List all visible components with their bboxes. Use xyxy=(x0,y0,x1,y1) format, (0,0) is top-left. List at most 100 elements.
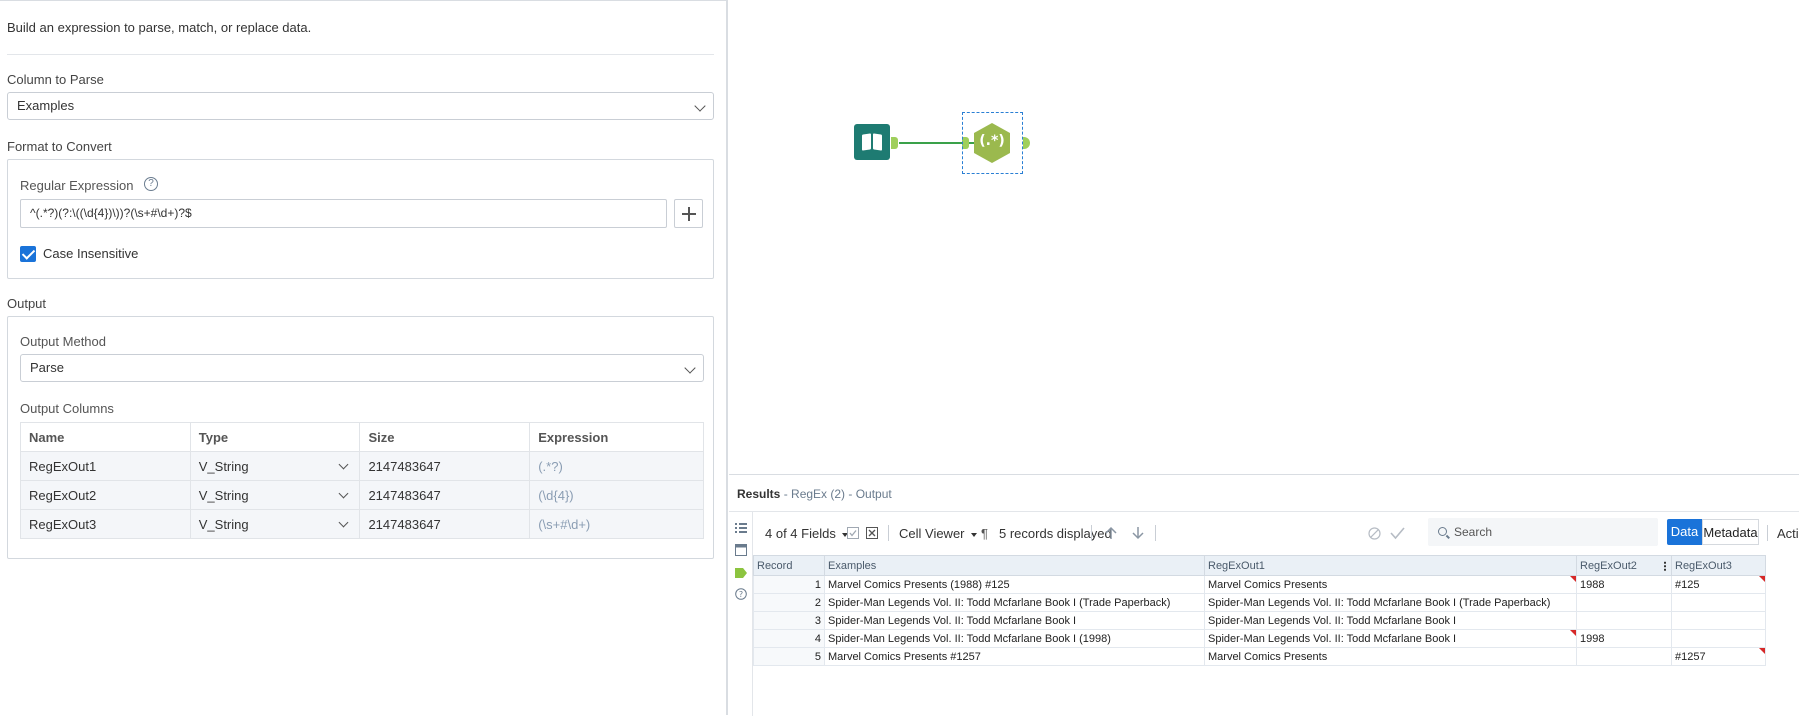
list-icon[interactable] xyxy=(735,522,747,534)
data-tag-icon[interactable] xyxy=(735,567,747,579)
examples-cell[interactable]: Spider-Man Legends Vol. II: Todd Mcfarla… xyxy=(824,611,1205,630)
search-input[interactable]: Search xyxy=(1428,518,1658,546)
examples-cell[interactable]: Spider-Man Legends Vol. II: Todd Mcfarla… xyxy=(824,629,1205,648)
column-header: Size xyxy=(359,422,531,452)
table-row[interactable]: 3 Spider-Man Legends Vol. II: Todd Mcfar… xyxy=(753,611,1766,630)
column-to-parse-dropdown[interactable]: Examples xyxy=(7,92,714,120)
column-name-cell[interactable]: RegExOut3 xyxy=(20,509,191,539)
regexout3-cell[interactable]: #1257 xyxy=(1671,647,1766,666)
cancel-icon[interactable] xyxy=(1368,527,1381,540)
cell-value: Marvel Comics Presents xyxy=(1208,578,1328,591)
regexout2-cell[interactable]: 1998 xyxy=(1576,629,1672,648)
record-number-cell[interactable]: 2 xyxy=(753,593,825,612)
results-toolbar: 4 of 4 Fields Cell Viewer ¶ 5 records di… xyxy=(753,512,1799,552)
output-columns-label: Output Columns xyxy=(20,401,114,416)
actions-menu[interactable]: Actions xyxy=(1777,526,1799,541)
arrow-down-icon[interactable] xyxy=(1131,526,1145,540)
top-divider xyxy=(0,0,726,1)
examples-cell[interactable]: Marvel Comics Presents #1257 xyxy=(824,647,1205,666)
regex-tool-glyph: (.*) xyxy=(979,133,1005,149)
grid-column-header[interactable]: RegExOut1 xyxy=(1204,555,1577,576)
column-name-cell[interactable]: RegExOut1 xyxy=(20,451,191,481)
examples-cell[interactable]: Spider-Man Legends Vol. II: Todd Mcfarla… xyxy=(824,593,1205,612)
record-number-cell[interactable]: 4 xyxy=(753,629,825,648)
regexout3-cell[interactable] xyxy=(1671,629,1766,648)
output-method-dropdown[interactable]: Parse xyxy=(20,354,704,382)
results-title: Results - RegEx (2) - Output xyxy=(737,487,892,501)
grid-header-row: Record Examples RegExOut1 RegExOut2 RegE… xyxy=(753,555,1766,576)
column-menu-icon[interactable] xyxy=(1664,561,1666,571)
help-icon[interactable]: ? xyxy=(144,177,158,191)
grid-column-header[interactable]: Examples xyxy=(824,555,1205,576)
column-expression-cell: (\s+#\d+) xyxy=(529,509,704,539)
help-icon[interactable]: ? xyxy=(735,588,747,600)
examples-cell[interactable]: Marvel Comics Presents (1988) #125 xyxy=(824,575,1205,594)
regular-expression-input[interactable]: ^(.*?)(?:\((\d{4})\))?(\s+#\d+)?$ xyxy=(20,199,667,228)
results-side-toolbar: ? xyxy=(729,512,753,716)
caret-down-icon xyxy=(970,532,977,537)
column-type-select[interactable]: V_String xyxy=(189,480,361,510)
regexout1-cell[interactable]: Spider-Man Legends Vol. II: Todd Mcfarla… xyxy=(1204,629,1577,648)
regexout1-cell[interactable]: Spider-Man Legends Vol. II: Todd Mcfarla… xyxy=(1204,593,1577,612)
regexout3-cell[interactable] xyxy=(1671,611,1766,630)
regexout2-cell[interactable] xyxy=(1576,647,1672,666)
add-expression-button[interactable] xyxy=(674,199,703,228)
record-number-cell[interactable]: 5 xyxy=(753,647,825,666)
metadata-tab-button[interactable]: Metadata xyxy=(1702,519,1759,545)
fields-selector-label: 4 of 4 Fields xyxy=(765,526,836,541)
output-label: Output xyxy=(7,296,47,311)
cell-value: Spider-Man Legends Vol. II: Todd Mcfarla… xyxy=(1208,632,1457,645)
grid-column-header[interactable]: Record xyxy=(753,555,825,576)
select-all-icon[interactable] xyxy=(847,527,859,539)
table-row[interactable]: 2 Spider-Man Legends Vol. II: Todd Mcfar… xyxy=(753,593,1766,612)
regexout1-cell[interactable]: Marvel Comics Presents xyxy=(1204,647,1577,666)
regexout2-cell[interactable]: 1988 xyxy=(1576,575,1672,594)
column-size-cell[interactable]: 2147483647 xyxy=(359,509,531,539)
table-row[interactable]: 5 Marvel Comics Presents #1257 Marvel Co… xyxy=(753,647,1766,666)
column-type-select[interactable]: V_String xyxy=(189,509,361,539)
input-data-tool[interactable] xyxy=(854,124,890,160)
record-number-cell[interactable]: 3 xyxy=(753,611,825,630)
table-icon[interactable] xyxy=(735,544,747,556)
grid-column-header[interactable]: RegExOut3 xyxy=(1671,555,1766,576)
column-to-parse-label: Column to Parse xyxy=(7,72,104,87)
column-size-cell[interactable]: 2147483647 xyxy=(359,480,531,510)
column-name-cell[interactable]: RegExOut2 xyxy=(20,480,191,510)
configuration-panel: Build an expression to parse, match, or … xyxy=(0,0,728,715)
regexout3-cell[interactable]: #125 xyxy=(1671,575,1766,594)
output-anchor[interactable] xyxy=(891,137,898,149)
cell-viewer-dropdown[interactable]: Cell Viewer xyxy=(899,526,977,541)
svg-text:?: ? xyxy=(739,590,743,599)
column-type-value: V_String xyxy=(198,516,249,532)
column-type-select[interactable]: V_String xyxy=(189,451,361,481)
regexout3-cell[interactable] xyxy=(1671,593,1766,612)
workflow-canvas[interactable]: (.*) xyxy=(729,0,1799,474)
case-insensitive-label: Case Insensitive xyxy=(43,246,139,261)
search-icon xyxy=(1438,527,1447,536)
table-row[interactable]: 1 Marvel Comics Presents (1988) #125 Mar… xyxy=(753,575,1766,594)
toolbar-divider xyxy=(1091,525,1092,541)
divider xyxy=(7,54,714,55)
case-insensitive-checkbox[interactable] xyxy=(20,246,36,262)
column-size-cell[interactable]: 2147483647 xyxy=(359,451,531,481)
data-tab-button[interactable]: Data xyxy=(1667,519,1702,545)
regex-tool[interactable]: (.*) xyxy=(971,121,1013,165)
regexout2-cell[interactable] xyxy=(1576,593,1672,612)
deselect-all-icon[interactable] xyxy=(866,527,878,539)
grid-column-header[interactable]: RegExOut2 xyxy=(1576,555,1672,576)
arrow-up-icon[interactable] xyxy=(1104,526,1118,540)
trailing-whitespace-flag xyxy=(1570,630,1576,636)
table-row[interactable]: 4 Spider-Man Legends Vol. II: Todd Mcfar… xyxy=(753,629,1766,648)
apply-check-icon[interactable] xyxy=(1390,526,1405,540)
column-type-value: V_String xyxy=(198,458,249,474)
output-box: Output Method Parse Output Columns Name … xyxy=(7,316,714,559)
regexout2-cell[interactable] xyxy=(1576,611,1672,630)
pilcrow-icon[interactable]: ¶ xyxy=(981,526,988,541)
regexout1-cell[interactable]: Spider-Man Legends Vol. II: Todd Mcfarla… xyxy=(1204,611,1577,630)
output-anchor[interactable] xyxy=(1023,137,1030,149)
fields-selector[interactable]: 4 of 4 Fields xyxy=(765,526,848,541)
record-number-cell[interactable]: 1 xyxy=(753,575,825,594)
regexout1-cell[interactable]: Marvel Comics Presents xyxy=(1204,575,1577,594)
table-row: RegExOut1 V_String 2147483647 (.*?) xyxy=(20,451,704,481)
leading-whitespace-flag xyxy=(1759,648,1765,654)
